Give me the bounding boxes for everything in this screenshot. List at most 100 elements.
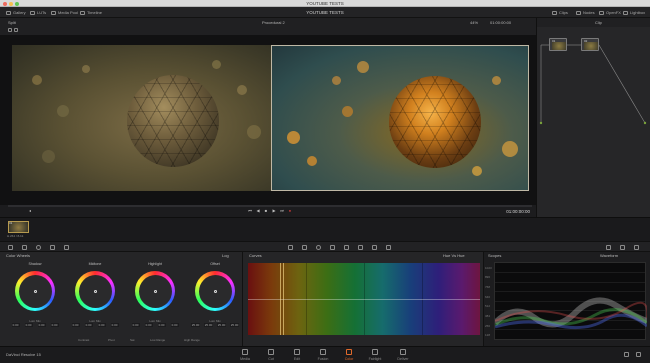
blur-icon[interactable] xyxy=(344,245,349,250)
sat-label[interactable]: Sat xyxy=(130,338,135,342)
power-window-icon[interactable] xyxy=(316,245,321,250)
clips-button[interactable]: Clips xyxy=(552,7,568,18)
highlight-values[interactable]: 0.00 0.00 0.00 0.00 xyxy=(129,323,181,327)
stop-icon[interactable]: ■ xyxy=(264,209,268,213)
midtone-values[interactable]: 0.00 0.00 0.00 0.00 xyxy=(69,323,121,327)
clip-name[interactable]: Procedural 2 xyxy=(262,18,285,27)
motion-effects-icon[interactable] xyxy=(64,245,69,250)
viewer-subbar xyxy=(0,27,536,35)
palette-toolbar xyxy=(0,241,650,252)
clip-codec: H.264 / 8-bit xyxy=(7,234,24,238)
curves-mode[interactable]: Hue Vs Hue xyxy=(443,252,465,260)
window-title: YOUTUBE TESTS xyxy=(306,1,344,6)
reference-still xyxy=(12,45,271,191)
lightbox-icon xyxy=(623,10,628,15)
media-icon xyxy=(242,349,248,355)
fairlight-icon xyxy=(372,349,378,355)
color-match-icon[interactable] xyxy=(22,245,27,250)
app-brand: DaVinci Resolve 15 xyxy=(6,352,41,357)
settings-icon[interactable] xyxy=(636,352,641,357)
contrast-label[interactable]: Contrast xyxy=(78,338,89,342)
node-editor[interactable]: Clip 01 02 xyxy=(536,18,650,217)
info-icon[interactable] xyxy=(634,245,639,250)
waveform-trace xyxy=(495,297,647,330)
openfx-button[interactable]: OpenFX xyxy=(599,7,621,18)
offset-label: Offset xyxy=(210,262,220,266)
split-icon[interactable] xyxy=(8,28,12,32)
sizing-icon[interactable] xyxy=(372,245,377,250)
viewer-header: Split Procedural 2 01:00:00:00 44% xyxy=(0,18,536,27)
low-range-label[interactable]: Low Range xyxy=(150,338,165,342)
fusion-icon xyxy=(320,349,326,355)
scrubber[interactable] xyxy=(8,205,532,207)
cut-icon xyxy=(268,349,274,355)
page-tab-fairlight[interactable]: Fairlight xyxy=(360,349,390,361)
scope-tick: 640 xyxy=(485,295,491,299)
page-navigation-bar: DaVinci Resolve 15 Media Cut Edit Fusion… xyxy=(0,346,650,363)
key-icon[interactable] xyxy=(358,245,363,250)
sphere-ungraded xyxy=(127,75,219,167)
audio-icon[interactable]: ◂ xyxy=(28,209,32,213)
qualifier-icon[interactable] xyxy=(302,245,307,250)
highlight-label: Highlight xyxy=(148,262,162,266)
scopes-mode[interactable]: Waveform xyxy=(600,252,618,260)
color-wheels-icon[interactable] xyxy=(36,245,41,250)
hue-curve-graph[interactable] xyxy=(248,263,480,335)
highlight-wheel[interactable] xyxy=(135,271,175,311)
curves-panel: Curves Hue Vs Hue xyxy=(243,252,484,351)
scope-tick: 128 xyxy=(485,333,491,337)
edit-icon xyxy=(294,349,300,355)
home-icon[interactable] xyxy=(624,352,629,357)
color-wheels-title: Color Wheels xyxy=(6,253,31,258)
lightbox-button[interactable]: Lightbox xyxy=(623,7,645,18)
offset-wheel[interactable] xyxy=(195,271,235,311)
camera-raw-icon[interactable] xyxy=(8,245,13,250)
scope-tick: 768 xyxy=(485,285,491,289)
loop-icon[interactable]: ● xyxy=(288,209,292,213)
high-range-label[interactable]: High Range xyxy=(184,338,200,342)
wheel-adjustments-bar: Contrast Pivot Sat Low Range High Range xyxy=(0,336,243,346)
viewer-timecode-small: 01:00:00:00 xyxy=(490,20,512,25)
viewer-mode-label: Split xyxy=(8,20,16,25)
scopes-icon[interactable] xyxy=(620,245,625,250)
waveform-scope xyxy=(494,262,647,340)
midtone-label: Midtone xyxy=(88,262,102,266)
keyframes-icon[interactable] xyxy=(606,245,611,250)
3d-icon[interactable] xyxy=(386,245,391,250)
curves-icon[interactable] xyxy=(288,245,293,250)
current-frame xyxy=(271,45,529,191)
nodes-button[interactable]: Nodes xyxy=(576,7,595,18)
top-toolbar: Gallery LUTs Media Pool Timeline YOUTUBE… xyxy=(0,7,650,18)
go-to-end-icon[interactable]: ⏭ xyxy=(280,209,284,213)
shadow-values[interactable]: 0.00 0.00 0.00 0.00 xyxy=(9,323,61,327)
color-wheels-panel: Color Wheels Log Shadow Lum Mix 0.00 0.00… xyxy=(0,252,243,346)
scope-tick: 512 xyxy=(485,304,491,308)
scopes-title: Scopes xyxy=(488,253,502,258)
offset-values[interactable]: 25.00 25.00 25.00 25.00 xyxy=(189,323,241,327)
reverse-icon[interactable]: ◀ xyxy=(256,209,260,213)
wipe-icon[interactable] xyxy=(14,28,18,32)
scope-tick: 384 xyxy=(485,314,491,318)
midtone-wheel[interactable] xyxy=(75,271,115,311)
rgb-mixer-icon[interactable] xyxy=(50,245,55,250)
shadow-wheel[interactable] xyxy=(15,271,55,311)
color-icon xyxy=(346,349,352,355)
curves-title: Curves xyxy=(249,253,262,258)
page-tab-deliver[interactable]: Deliver xyxy=(388,349,418,361)
shadow-label: Shadow xyxy=(28,262,42,266)
node-connections xyxy=(539,44,647,125)
tracker-icon[interactable] xyxy=(330,245,335,250)
clips-icon xyxy=(552,10,557,15)
scope-tick: 256 xyxy=(485,324,491,328)
openfx-icon xyxy=(599,10,604,15)
wheels-mode[interactable]: Log xyxy=(222,252,229,260)
curve-color-swatches xyxy=(248,338,290,351)
play-icon[interactable]: ▶ xyxy=(272,209,276,213)
clip-number: 01 xyxy=(9,221,13,225)
scope-tick: 896 xyxy=(485,275,491,279)
pivot-label[interactable]: Pivot xyxy=(108,338,115,342)
nodes-icon xyxy=(576,10,581,15)
scope-tick: 1023 xyxy=(485,266,492,270)
go-to-start-icon[interactable]: ⏮ xyxy=(248,209,252,213)
zoom-level[interactable]: 44% xyxy=(470,18,478,27)
